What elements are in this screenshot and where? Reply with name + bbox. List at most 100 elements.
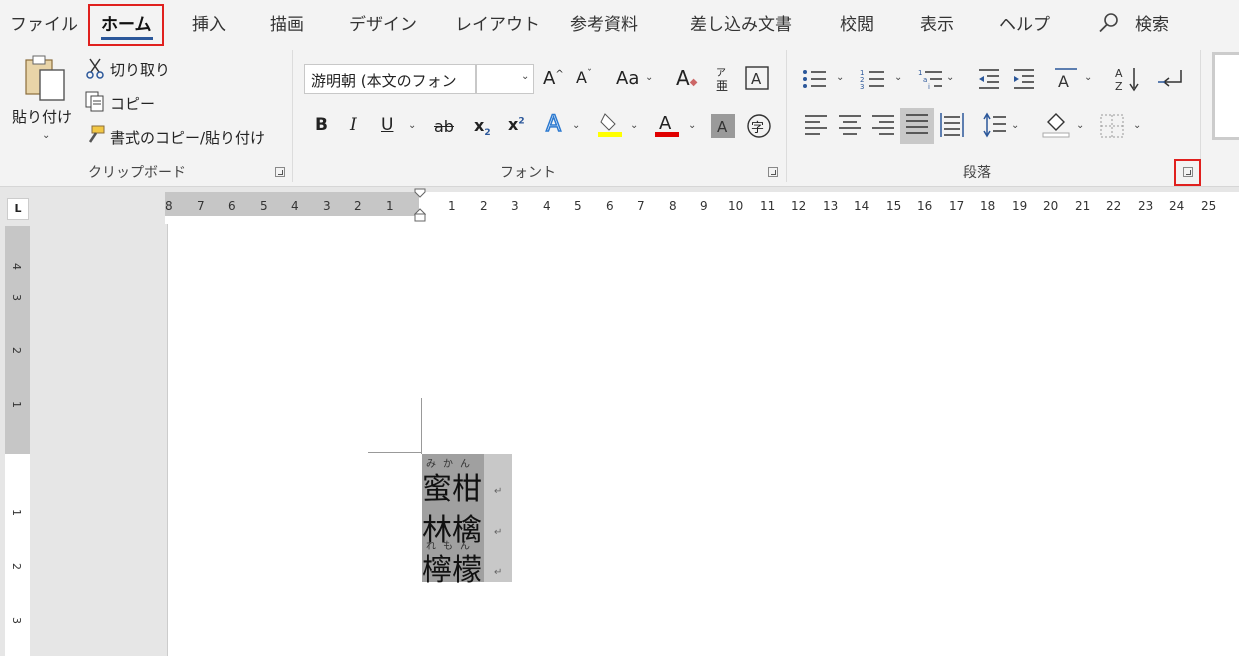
ruler-number: 4 bbox=[543, 199, 551, 213]
subscript-button[interactable]: x2 bbox=[474, 116, 491, 138]
clear-formatting-icon[interactable]: A◆ bbox=[676, 66, 697, 90]
chevron-down-icon[interactable]: ⌄ bbox=[645, 72, 653, 83]
horizontal-ruler[interactable]: 8 7 6 5 4 3 2 1 1 2 3 4 5 6 7 8 9 10 11 … bbox=[165, 188, 1239, 224]
change-case-button[interactable]: Aa bbox=[616, 68, 639, 89]
chevron-down-icon[interactable]: ⌄ bbox=[836, 72, 844, 83]
ruler-margin-top bbox=[5, 226, 30, 454]
line-spacing-icon[interactable] bbox=[981, 112, 1007, 142]
character-shading-icon[interactable]: A bbox=[711, 114, 735, 142]
search-icon[interactable] bbox=[1098, 12, 1120, 38]
chevron-down-icon[interactable]: ⌄ bbox=[688, 120, 696, 131]
align-left-icon[interactable] bbox=[804, 114, 828, 140]
tab-view[interactable]: 表示 bbox=[920, 10, 954, 35]
styles-gallery[interactable] bbox=[1212, 52, 1239, 140]
chevron-down-icon[interactable]: ⌄ bbox=[894, 72, 902, 83]
ruler-number: 21 bbox=[1075, 199, 1091, 213]
chevron-down-icon[interactable]: ⌄ bbox=[1076, 120, 1084, 131]
show-formatting-marks-icon[interactable] bbox=[1157, 68, 1185, 94]
tab-file[interactable]: ファイル bbox=[10, 10, 78, 35]
superscript-button[interactable]: x2 bbox=[508, 115, 525, 134]
bullets-icon[interactable] bbox=[802, 68, 828, 94]
chevron-down-icon[interactable]: ⌄ bbox=[630, 120, 638, 131]
paste-button[interactable]: 貼り付け bbox=[12, 106, 72, 127]
sort-icon[interactable]: AZ bbox=[1114, 66, 1142, 96]
tab-mailings[interactable]: 差し込み文書 bbox=[690, 10, 792, 35]
multilevel-list-icon[interactable]: 1ai bbox=[918, 68, 944, 94]
ruler-number: 8 bbox=[165, 199, 173, 213]
underline-button[interactable]: U bbox=[381, 115, 393, 135]
distributed-icon[interactable] bbox=[939, 112, 965, 142]
format-painter-button[interactable]: 書式のコピー/貼り付け bbox=[110, 127, 265, 148]
increase-indent-icon[interactable] bbox=[1012, 68, 1036, 94]
chevron-down-icon[interactable]: ⌄ bbox=[572, 120, 580, 131]
shading-icon[interactable] bbox=[1042, 110, 1070, 142]
align-right-icon[interactable] bbox=[871, 114, 895, 140]
svg-text:i: i bbox=[928, 83, 930, 90]
vertical-ruler[interactable]: 4 3 2 1 1 2 3 bbox=[5, 226, 30, 656]
paragraph-group-label: 段落 bbox=[963, 165, 991, 181]
shrink-font-icon[interactable]: Aˇ bbox=[576, 68, 592, 87]
clipboard-dialog-launcher-icon[interactable] bbox=[275, 167, 285, 177]
chevron-down-icon[interactable]: ⌄ bbox=[1133, 120, 1141, 131]
grow-font-icon[interactable]: A^ bbox=[543, 68, 564, 89]
cut-button[interactable]: 切り取り bbox=[110, 59, 170, 80]
bold-button[interactable]: B bbox=[315, 115, 328, 135]
strikethrough-button[interactable]: ab bbox=[434, 117, 454, 136]
ruler-number: 20 bbox=[1043, 199, 1059, 213]
ruler-number: 17 bbox=[949, 199, 965, 213]
document-line[interactable]: 蜜柑 bbox=[422, 464, 482, 508]
highlight-color-icon[interactable] bbox=[597, 110, 623, 142]
italic-button[interactable]: I bbox=[350, 115, 357, 135]
document-line[interactable]: 檸檬 bbox=[422, 545, 482, 589]
ruler-number: 16 bbox=[917, 199, 933, 213]
tab-help[interactable]: ヘルプ bbox=[999, 10, 1050, 35]
font-group-label: フォント bbox=[500, 165, 556, 181]
paste-icon[interactable] bbox=[22, 54, 68, 106]
tab-design[interactable]: デザイン bbox=[349, 10, 417, 35]
tab-insert[interactable]: 挿入 bbox=[192, 10, 226, 35]
svg-text:1: 1 bbox=[918, 69, 922, 77]
cut-icon[interactable] bbox=[86, 57, 104, 83]
copy-button[interactable]: コピー bbox=[110, 93, 155, 114]
indent-marker-icon[interactable] bbox=[413, 188, 427, 226]
search-label[interactable]: 検索 bbox=[1135, 10, 1169, 35]
numbering-icon[interactable]: 123 bbox=[860, 68, 886, 94]
clipboard-group-label: クリップボード bbox=[88, 165, 186, 181]
ruler-number: 6 bbox=[606, 199, 614, 213]
svg-text:Z: Z bbox=[1115, 80, 1123, 92]
justify-icon[interactable] bbox=[900, 108, 934, 144]
tab-references[interactable]: 参考資料 bbox=[570, 10, 638, 35]
chevron-down-icon[interactable]: ⌄ bbox=[408, 120, 416, 131]
align-center-icon[interactable] bbox=[838, 114, 862, 140]
ruler-number: 14 bbox=[854, 199, 870, 213]
chevron-down-icon[interactable]: ⌄ bbox=[1011, 120, 1019, 131]
character-border-icon[interactable]: A bbox=[745, 66, 769, 94]
tab-layout[interactable]: レイアウト bbox=[455, 10, 540, 35]
font-size-combobox[interactable]: ⌄ bbox=[476, 64, 534, 94]
ruler-number: 18 bbox=[980, 199, 996, 213]
tab-draw[interactable]: 描画 bbox=[270, 10, 304, 35]
format-painter-icon[interactable] bbox=[84, 124, 106, 150]
font-name-combobox[interactable]: 游明朝 (本文のフォン bbox=[304, 64, 476, 94]
decrease-indent-icon[interactable] bbox=[977, 68, 1001, 94]
subscript-label: x bbox=[474, 116, 485, 135]
borders-icon[interactable] bbox=[1100, 114, 1124, 142]
tab-stop-selector[interactable]: L bbox=[7, 198, 29, 220]
paste-dropdown-icon[interactable]: ⌄ bbox=[42, 130, 50, 141]
tab-review[interactable]: 校閲 bbox=[840, 10, 874, 35]
ruler-number: 7 bbox=[197, 199, 205, 213]
asian-layout-icon[interactable]: A bbox=[1053, 66, 1079, 94]
ruler-number: 2 bbox=[480, 199, 488, 213]
font-dialog-launcher-icon[interactable] bbox=[768, 167, 778, 177]
font-color-icon[interactable]: A bbox=[654, 110, 680, 142]
phonetic-guide-ruby-bottom[interactable]: 亜 bbox=[716, 77, 728, 94]
document-page[interactable]: みかん 蜜柑 ↵ 林檎 ↵ れもん 檸檬 ↵ bbox=[167, 224, 1239, 656]
enclose-characters-label: 字 bbox=[751, 121, 765, 136]
ruler-number: 1 bbox=[448, 199, 456, 213]
chevron-down-icon[interactable]: ⌄ bbox=[521, 71, 529, 82]
copy-icon[interactable] bbox=[84, 90, 106, 116]
ruler-number: 8 bbox=[669, 199, 677, 213]
text-effects-icon[interactable]: A bbox=[545, 111, 562, 138]
chevron-down-icon[interactable]: ⌄ bbox=[1084, 72, 1092, 83]
chevron-down-icon[interactable]: ⌄ bbox=[946, 72, 954, 83]
